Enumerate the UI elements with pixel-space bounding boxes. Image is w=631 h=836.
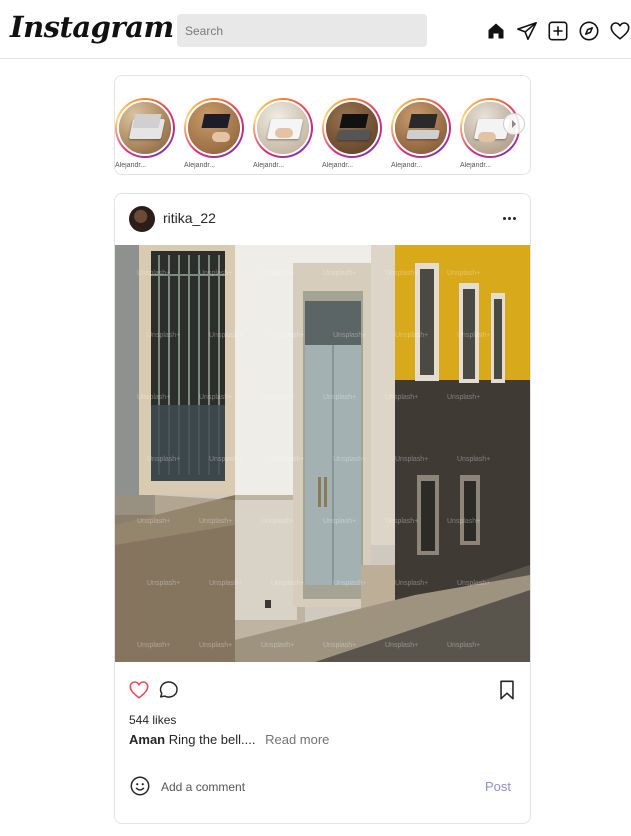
image-watermark: Unsplash+ — [447, 394, 480, 401]
comment-input[interactable] — [161, 775, 461, 799]
image-watermark: Unsplash+ — [261, 642, 294, 649]
post-image[interactable]: Unsplash+ Unsplash+ Unsplash+ Unsplash+ Unsp… — [115, 245, 530, 662]
image-watermark: Unsplash+ — [323, 518, 356, 525]
image-watermark: Unsplash+ — [385, 270, 418, 277]
story-label: Alejandr... — [253, 162, 285, 169]
image-watermark: Unsplash+ — [457, 456, 490, 463]
post-actions — [115, 678, 530, 706]
image-watermark: Unsplash+ — [457, 580, 490, 587]
image-watermark: Unsplash+ — [199, 642, 232, 649]
image-watermark: Unsplash+ — [137, 394, 170, 401]
image-watermark: Unsplash+ — [209, 580, 242, 587]
image-watermark: Unsplash+ — [323, 270, 356, 277]
image-watermark: Unsplash+ — [209, 332, 242, 339]
image-watermark: Unsplash+ — [147, 580, 180, 587]
nav-icons — [484, 19, 631, 43]
instagram-logo[interactable]: Instagram — [10, 10, 174, 44]
story-label: Alejandr... — [391, 162, 423, 169]
image-watermark: Unsplash+ — [395, 332, 428, 339]
chevron-right-icon — [512, 120, 516, 128]
stories-tray: Alejandr... Alejandr... Alejandr... Alej… — [114, 75, 531, 175]
more-options-icon[interactable] — [499, 212, 519, 224]
image-watermark: Unsplash+ — [395, 456, 428, 463]
image-watermark: Unsplash+ — [395, 580, 428, 587]
story-thumbnail — [255, 100, 311, 156]
story-thumbnail — [117, 100, 173, 156]
image-watermark: Unsplash+ — [261, 270, 294, 277]
story-item[interactable]: Alejandr... — [184, 98, 244, 169]
image-watermark: Unsplash+ — [385, 642, 418, 649]
story-thumbnail — [393, 100, 449, 156]
image-watermark: Unsplash+ — [261, 394, 294, 401]
avatar[interactable] — [129, 206, 155, 232]
new-post-icon[interactable] — [546, 19, 570, 43]
image-watermark: Unsplash+ — [137, 518, 170, 525]
image-watermark: Unsplash+ — [323, 642, 356, 649]
comment-icon[interactable] — [156, 678, 180, 702]
image-watermark: Unsplash+ — [457, 332, 490, 339]
story-ring — [115, 98, 175, 158]
image-watermark: Unsplash+ — [333, 332, 366, 339]
image-watermark: Unsplash+ — [385, 518, 418, 525]
comment-row: Post — [115, 772, 530, 802]
image-watermark: Unsplash+ — [199, 394, 232, 401]
home-icon[interactable] — [484, 19, 508, 43]
activity-icon[interactable] — [608, 19, 631, 43]
story-thumbnail — [186, 100, 242, 156]
image-watermark: Unsplash+ — [137, 642, 170, 649]
post-header: ritika_22 — [115, 194, 530, 245]
story-label: Alejandr... — [115, 162, 147, 169]
image-watermark: Unsplash+ — [447, 518, 480, 525]
story-label: Alejandr... — [322, 162, 354, 169]
image-watermark: Unsplash+ — [147, 332, 180, 339]
story-item[interactable]: Alejandr... — [115, 98, 175, 169]
image-watermark: Unsplash+ — [199, 518, 232, 525]
story-ring — [391, 98, 451, 158]
bookmark-icon[interactable] — [495, 678, 519, 702]
image-watermark: Unsplash+ — [199, 270, 232, 277]
image-watermark: Unsplash+ — [271, 580, 304, 587]
image-watermark: Unsplash+ — [323, 394, 356, 401]
caption-text: Ring the bell.... — [168, 732, 256, 747]
post-comment-button[interactable]: Post — [485, 779, 511, 794]
like-heart-icon[interactable] — [127, 678, 151, 702]
post-caption: Aman Ring the bell.... Read more — [129, 732, 329, 747]
caption-author[interactable]: Aman — [129, 732, 165, 747]
direct-icon[interactable] — [515, 19, 539, 43]
stories-next-button[interactable] — [503, 113, 525, 135]
story-label: Alejandr... — [184, 162, 216, 169]
likes-count[interactable]: 544 likes — [129, 713, 176, 727]
story-thumbnail — [324, 100, 380, 156]
story-label: Alejandr... — [460, 162, 492, 169]
post-username[interactable]: ritika_22 — [163, 210, 216, 226]
image-watermark: Unsplash+ — [271, 456, 304, 463]
image-watermark: Unsplash+ — [209, 456, 242, 463]
story-item[interactable]: Alejandr... — [253, 98, 313, 169]
image-watermark: Unsplash+ — [385, 394, 418, 401]
search-input[interactable] — [177, 14, 427, 47]
emoji-icon[interactable] — [129, 775, 151, 797]
image-watermark: Unsplash+ — [261, 518, 294, 525]
story-ring — [322, 98, 382, 158]
image-watermark: Unsplash+ — [271, 332, 304, 339]
story-ring — [184, 98, 244, 158]
image-watermark: Unsplash+ — [333, 456, 366, 463]
image-watermark: Unsplash+ — [333, 580, 366, 587]
image-watermark: Unsplash+ — [137, 270, 170, 277]
story-item[interactable]: Alejandr... — [322, 98, 382, 169]
post-card: ritika_22 Unsplash+ Unsplash+ Unsplash+ … — [114, 193, 531, 824]
image-watermark: Unsplash+ — [447, 270, 480, 277]
top-navbar: Instagram — [0, 0, 631, 59]
image-watermark: Unsplash+ — [147, 456, 180, 463]
explore-icon[interactable] — [577, 19, 601, 43]
story-ring — [253, 98, 313, 158]
image-watermark: Unsplash+ — [447, 642, 480, 649]
read-more-link[interactable]: Read more — [265, 732, 329, 747]
story-item[interactable]: Alejandr... — [391, 98, 451, 169]
